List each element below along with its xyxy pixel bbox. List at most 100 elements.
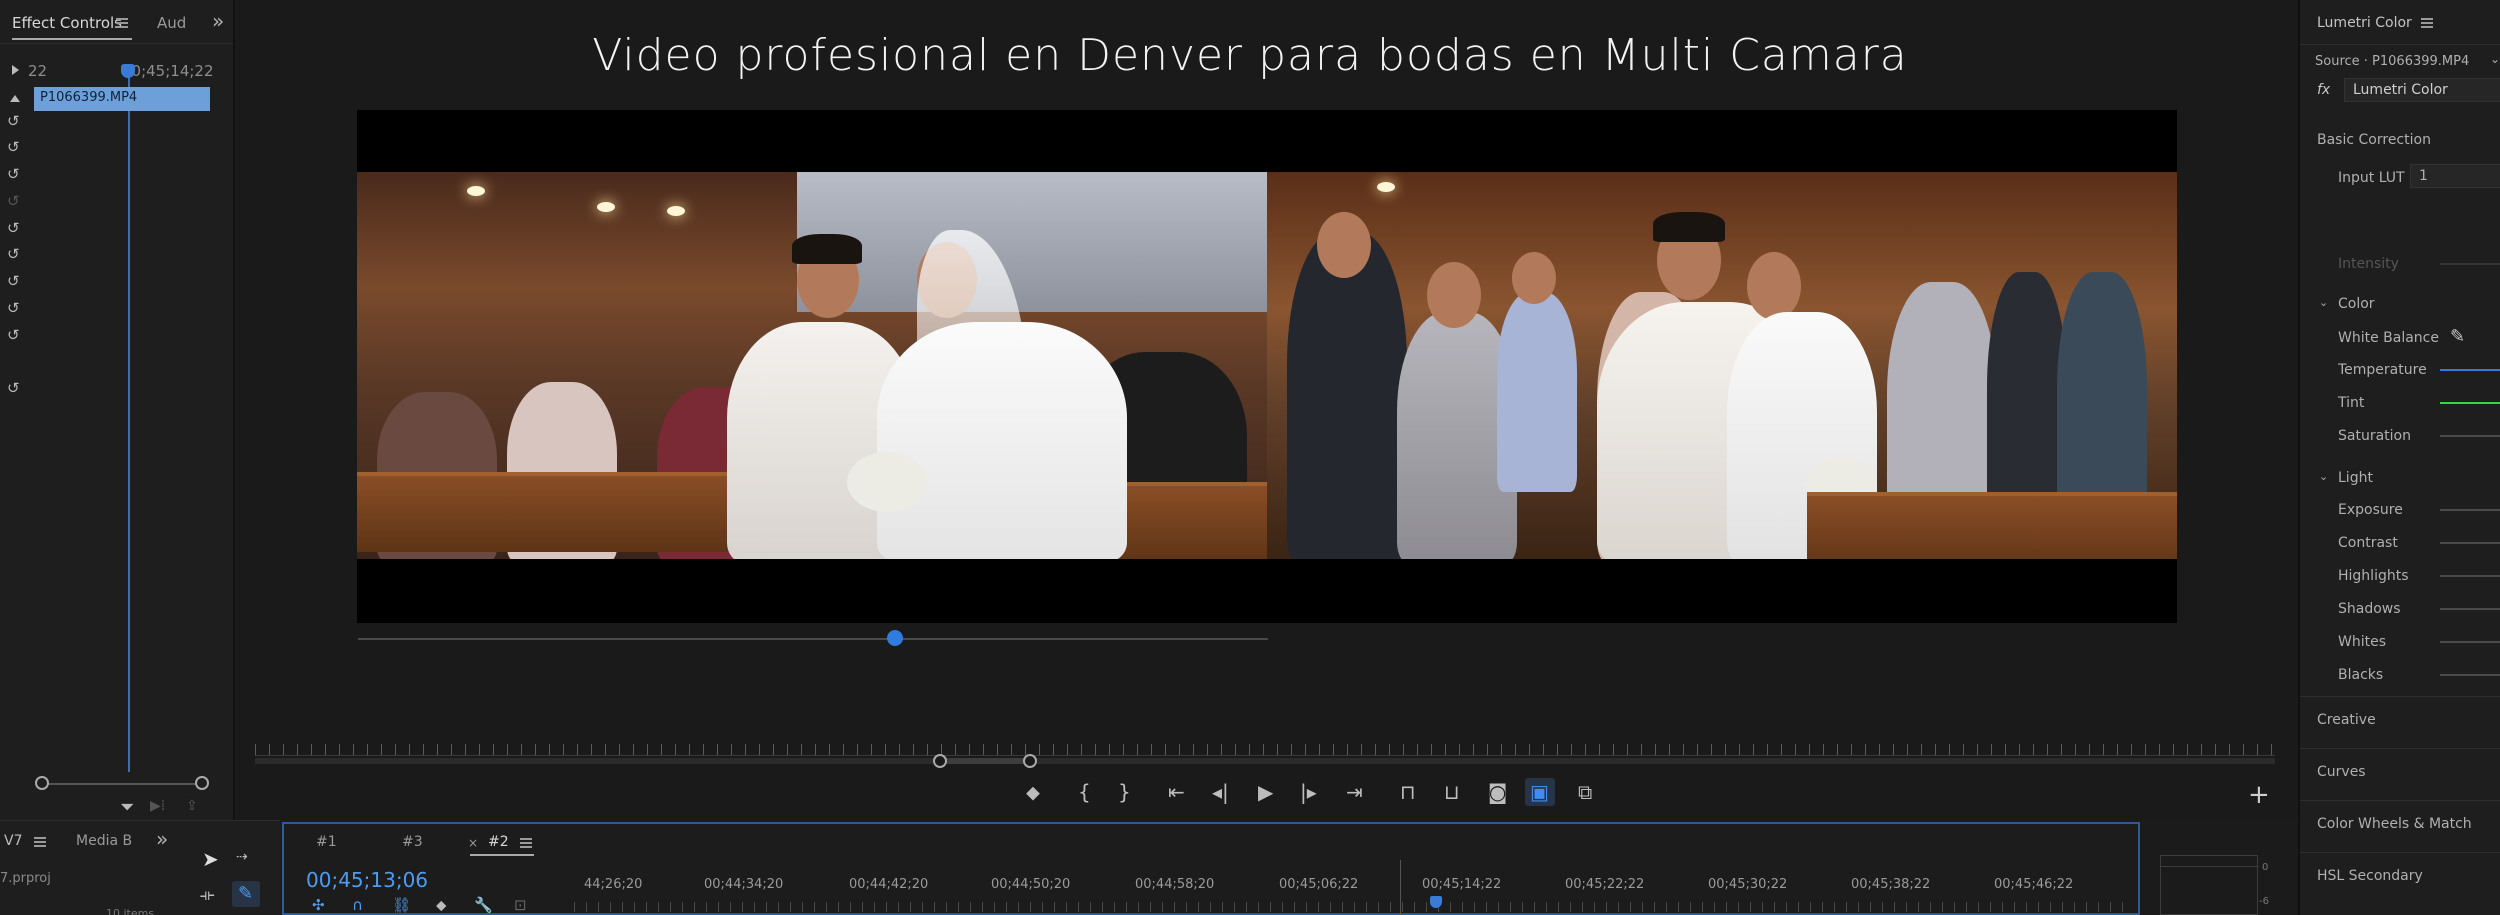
monitor-zoom-handle-right[interactable] [1023, 754, 1037, 768]
ec-clip-bar[interactable]: P1066399.MP4 [34, 87, 210, 111]
go-to-out-button[interactable]: ⇥ [1346, 782, 1363, 802]
captions-icon[interactable]: ⊡ [514, 896, 527, 914]
export-frame-button[interactable]: ◙ [1488, 782, 1507, 802]
panel-menu-icon[interactable] [116, 18, 128, 28]
sequence-close-icon[interactable]: × [468, 836, 478, 850]
mark-out-button[interactable]: } [1118, 782, 1131, 802]
reset-icon: ↺ [7, 192, 20, 210]
eyedropper-icon[interactable]: ✎ [2450, 326, 2465, 347]
ec-zoom-handle-left[interactable] [35, 776, 49, 790]
multicam-button[interactable]: ⧉ [1578, 782, 1592, 802]
monitor-zoom-thumb[interactable] [940, 758, 1030, 764]
go-to-in-button[interactable]: ⇤ [1168, 782, 1185, 802]
reset-icon[interactable]: ↺ [7, 167, 20, 182]
whites-label: Whites [2338, 634, 2387, 650]
tab-media-browser[interactable]: Media B [76, 833, 132, 849]
tab-project[interactable]: V7 [4, 833, 22, 849]
temperature-slider[interactable] [2440, 369, 2500, 371]
collapse-arrow-icon[interactable] [10, 95, 20, 102]
timeline-settings-icon[interactable]: 🔧 [474, 896, 493, 914]
chevron-down-icon[interactable]: ⌄ [2319, 296, 2328, 309]
ruler-timecode: 44;26;20 [584, 877, 643, 892]
chevron-down-icon[interactable]: ⌄ [2319, 470, 2328, 483]
sequence-tab-3[interactable]: #3 [402, 834, 423, 850]
sequence-tab-2[interactable]: #2 [488, 834, 509, 850]
add-marker-icon[interactable]: ⬥ [436, 896, 447, 914]
timeline-playhead[interactable] [1430, 896, 1442, 908]
child-head [1512, 252, 1556, 304]
reset-icon[interactable]: ↺ [7, 114, 20, 129]
step-back-button[interactable]: ◂| [1212, 782, 1229, 802]
razor-tool-icon[interactable]: ✎ [238, 883, 253, 904]
groom-hair [1653, 212, 1725, 242]
monitor-zoom-scrollbar[interactable] [255, 758, 2275, 764]
hsl-secondary-section-header[interactable]: HSL Secondary [2317, 868, 2423, 884]
ec-zoom-scrollbar[interactable] [42, 783, 202, 785]
whites-slider[interactable] [2440, 641, 2500, 643]
lumetri-divider [2300, 696, 2500, 697]
filter-icon[interactable]: ⏷ [120, 797, 134, 818]
contrast-slider[interactable] [2440, 542, 2500, 544]
video-frame [357, 110, 2177, 623]
snap-icon[interactable]: ∩ [352, 896, 363, 914]
playback-scrub-track[interactable] [358, 638, 1268, 640]
reset-icon[interactable]: ↺ [7, 301, 20, 316]
sequence-menu-icon[interactable] [520, 838, 532, 848]
reset-icon[interactable]: ↺ [7, 381, 20, 396]
exposure-slider[interactable] [2440, 509, 2500, 511]
selection-tool-icon[interactable]: ➤ [202, 847, 219, 871]
fx-badge[interactable]: fx [2317, 82, 2330, 98]
saturation-slider[interactable] [2440, 435, 2500, 437]
creative-section-header[interactable]: Creative [2317, 712, 2376, 728]
more-panels-icon[interactable]: » [156, 829, 168, 849]
monitor-time-ruler[interactable] [255, 744, 2275, 756]
more-panels-icon[interactable]: » [212, 11, 224, 31]
curves-section-header[interactable]: Curves [2317, 764, 2366, 780]
sequence-tab-1[interactable]: #1 [316, 834, 337, 850]
reset-icon[interactable]: ↺ [7, 328, 20, 343]
add-marker-button[interactable]: ⬥ [1026, 782, 1040, 802]
reset-icon[interactable]: ↺ [7, 221, 20, 236]
lumetri-source-dropdown[interactable]: Source · P1066399.MP4 [2315, 54, 2469, 69]
tint-slider[interactable] [2440, 402, 2500, 404]
reset-icon[interactable]: ↺ [7, 274, 20, 289]
comparison-view-button[interactable]: ▣ [1530, 782, 1549, 802]
extract-button[interactable]: ⊔ [1444, 782, 1460, 802]
highlights-slider[interactable] [2440, 575, 2500, 577]
input-lut-dropdown[interactable]: 1 [2410, 164, 2500, 188]
panel-menu-icon[interactable] [34, 837, 46, 847]
button-editor-add-button[interactable]: + [2248, 780, 2270, 810]
reset-icon[interactable]: ↺ [7, 140, 20, 155]
ripple-edit-tool-icon[interactable]: ⟛ [200, 885, 215, 905]
linked-selection-icon[interactable]: ⛓ [392, 896, 411, 914]
timeline-ruler-ticks[interactable] [574, 902, 2134, 912]
shadows-slider[interactable] [2440, 608, 2500, 610]
reset-icon[interactable]: ↺ [7, 247, 20, 262]
ruler-timecode: 00;44;42;20 [849, 877, 929, 892]
effect-name-label: Lumetri Color [2353, 82, 2448, 98]
ec-zoom-handle-right[interactable] [195, 776, 209, 790]
effect-name-field[interactable]: Lumetri Color [2344, 78, 2500, 102]
lift-button[interactable]: ⊓ [1400, 782, 1416, 802]
light-section-header[interactable]: Light [2338, 470, 2373, 486]
play-button[interactable]: ▶ [1258, 782, 1273, 802]
input-lut-value: 1 [2419, 168, 2428, 184]
step-forward-button[interactable]: |▸ [1300, 782, 1317, 802]
ceiling-light [467, 186, 485, 196]
ruler-timecode: 00;45;22;22 [1565, 877, 1645, 892]
basic-correction-header[interactable]: Basic Correction [2317, 132, 2431, 148]
white-balance-label: White Balance [2338, 330, 2439, 346]
nest-toggle-icon[interactable]: ✣ [312, 896, 325, 914]
guest-head [1427, 262, 1481, 328]
mark-in-button[interactable]: { [1078, 782, 1091, 802]
playback-scrub-handle[interactable] [886, 630, 903, 646]
lumetri-menu-icon[interactable] [2421, 18, 2433, 28]
color-wheels-section-header[interactable]: Color Wheels & Match [2317, 816, 2472, 832]
chevron-down-icon[interactable]: ⌄ [2490, 52, 2500, 66]
track-select-tool-icon[interactable]: ⇢ [236, 849, 248, 865]
monitor-zoom-handle-left[interactable] [933, 754, 947, 768]
color-section-header[interactable]: Color [2338, 296, 2375, 312]
timeline-current-timecode[interactable]: 00;45;13;06 [306, 868, 428, 892]
blacks-slider[interactable] [2440, 674, 2500, 676]
lumetri-tab-title[interactable]: Lumetri Color [2317, 15, 2412, 31]
